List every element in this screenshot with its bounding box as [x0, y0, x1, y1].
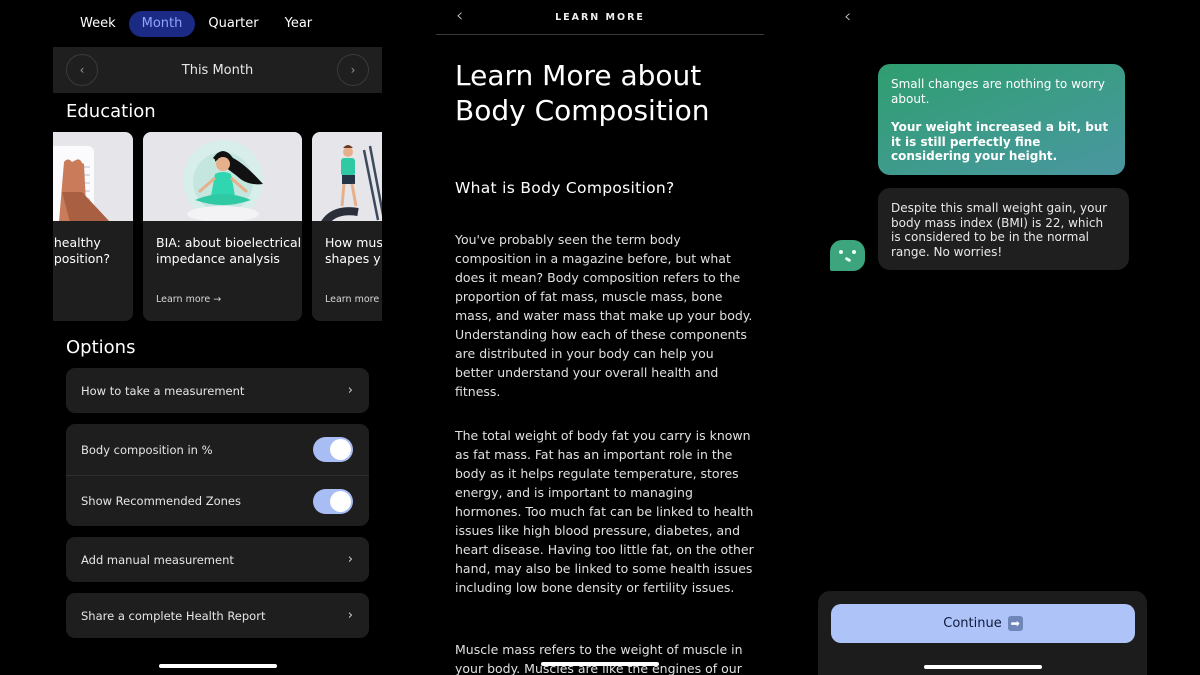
- highlight-message-bubble: Small changes are nothing to worry about…: [878, 64, 1125, 175]
- previous-month-button[interactable]: ‹: [66, 54, 98, 86]
- bottom-action-panel: Continue ➡: [818, 591, 1147, 675]
- foot-on-scale-illustration: [53, 132, 133, 221]
- message-text: Despite this small weight gain, your bod…: [891, 201, 1108, 259]
- options-group: Add manual measurement ›: [66, 537, 369, 582]
- chevron-right-icon: ›: [347, 608, 353, 623]
- option-label: Body composition in %: [81, 442, 213, 457]
- message-text-bold: Your weight increased a bit, but it is s…: [891, 120, 1109, 163]
- tab-year[interactable]: Year: [272, 11, 326, 37]
- home-indicator: [159, 664, 277, 668]
- education-card[interactable]: How mus shapes y Learn more: [312, 132, 382, 321]
- education-card[interactable]: BIA: about bioelectrical impedance analy…: [143, 132, 302, 321]
- avatar-mouth: [844, 256, 852, 263]
- current-period-label: This Month: [181, 62, 254, 78]
- options-heading: Options: [66, 337, 136, 358]
- options-toggle-group: Body composition in % Show Recommended Z…: [66, 424, 369, 526]
- card-title: healthy position?: [53, 235, 110, 266]
- progress-screen: Week Month Quarter Year ‹ This Month › E…: [53, 0, 382, 675]
- header-title: LEARN MORE: [555, 12, 645, 23]
- message-text: Small changes are nothing to worry about…: [891, 77, 1105, 106]
- article-paragraph: You've probably seen the term body compo…: [455, 232, 753, 399]
- recommended-zones-toggle[interactable]: [313, 488, 353, 514]
- option-label: Show Recommended Zones: [81, 494, 241, 508]
- card-title: How mus shapes y: [325, 235, 382, 266]
- toggle-knob: [330, 439, 351, 460]
- section-heading: What is Body Composition?: [455, 179, 675, 197]
- share-health-report-option[interactable]: Share a complete Health Report ›: [66, 593, 369, 638]
- continue-label: Continue: [943, 616, 1002, 631]
- body-composition-percent-toggle[interactable]: [313, 437, 353, 462]
- add-manual-measurement-option[interactable]: Add manual measurement ›: [66, 537, 369, 582]
- learn-more-link[interactable]: Learn more →: [156, 294, 221, 305]
- chevron-left-icon: ‹: [79, 63, 85, 77]
- period-tabs: Week Month Quarter Year: [53, 11, 382, 37]
- avatar-eye: [839, 250, 843, 254]
- article-title: Learn More about Body Composition: [455, 59, 710, 127]
- avatar-eye: [852, 250, 856, 254]
- meditating-woman-illustration: [143, 132, 302, 221]
- recommended-zones-option: Show Recommended Zones: [66, 475, 369, 526]
- next-month-button[interactable]: ›: [337, 54, 369, 86]
- month-navigator: ‹ This Month ›: [53, 47, 382, 93]
- tab-month[interactable]: Month: [128, 11, 196, 37]
- option-label: How to take a measurement: [81, 383, 245, 398]
- how-to-measure-option[interactable]: How to take a measurement ›: [66, 368, 369, 413]
- chevron-right-icon: ›: [347, 552, 353, 567]
- toggle-knob: [330, 490, 351, 512]
- message-bubble: Despite this small weight gain, your bod…: [878, 188, 1129, 270]
- nav-header: ‹ LEARN MORE: [436, 0, 764, 35]
- chevron-right-icon: ›: [347, 383, 353, 398]
- continue-button[interactable]: Continue ➡: [831, 604, 1135, 643]
- tab-quarter[interactable]: Quarter: [195, 11, 271, 37]
- article-paragraph: The total weight of body fat you carry i…: [455, 428, 754, 595]
- education-carousel[interactable]: healthy position? → BIA: about: [53, 132, 382, 322]
- learn-more-link[interactable]: Learn more: [325, 294, 379, 305]
- chevron-right-icon: ›: [350, 63, 356, 77]
- tab-week[interactable]: Week: [67, 11, 129, 37]
- arrow-right-icon: ➡: [1007, 616, 1023, 631]
- option-label: Share a complete Health Report: [81, 608, 266, 623]
- option-label: Add manual measurement: [81, 552, 234, 567]
- home-indicator: [541, 662, 659, 666]
- options-group: How to take a measurement ›: [66, 368, 369, 413]
- bot-avatar-icon: [830, 240, 865, 271]
- coach-chat-screen: ‹ Small changes are nothing to worry abo…: [817, 0, 1147, 675]
- article-paragraph: Muscle mass refers to the weight of musc…: [455, 642, 743, 675]
- home-indicator: [924, 665, 1042, 669]
- learn-more-screen: ‹ LEARN MORE Learn More about Body Compo…: [436, 0, 764, 675]
- back-button[interactable]: ‹: [844, 6, 851, 27]
- education-card[interactable]: healthy position? →: [53, 132, 133, 321]
- card-title: BIA: about bioelectrical impedance analy…: [156, 235, 302, 266]
- man-on-elliptical-illustration: [312, 132, 382, 221]
- options-group: Share a complete Health Report ›: [66, 593, 369, 638]
- body-composition-percent-option: Body composition in %: [66, 424, 369, 475]
- education-heading: Education: [66, 101, 156, 122]
